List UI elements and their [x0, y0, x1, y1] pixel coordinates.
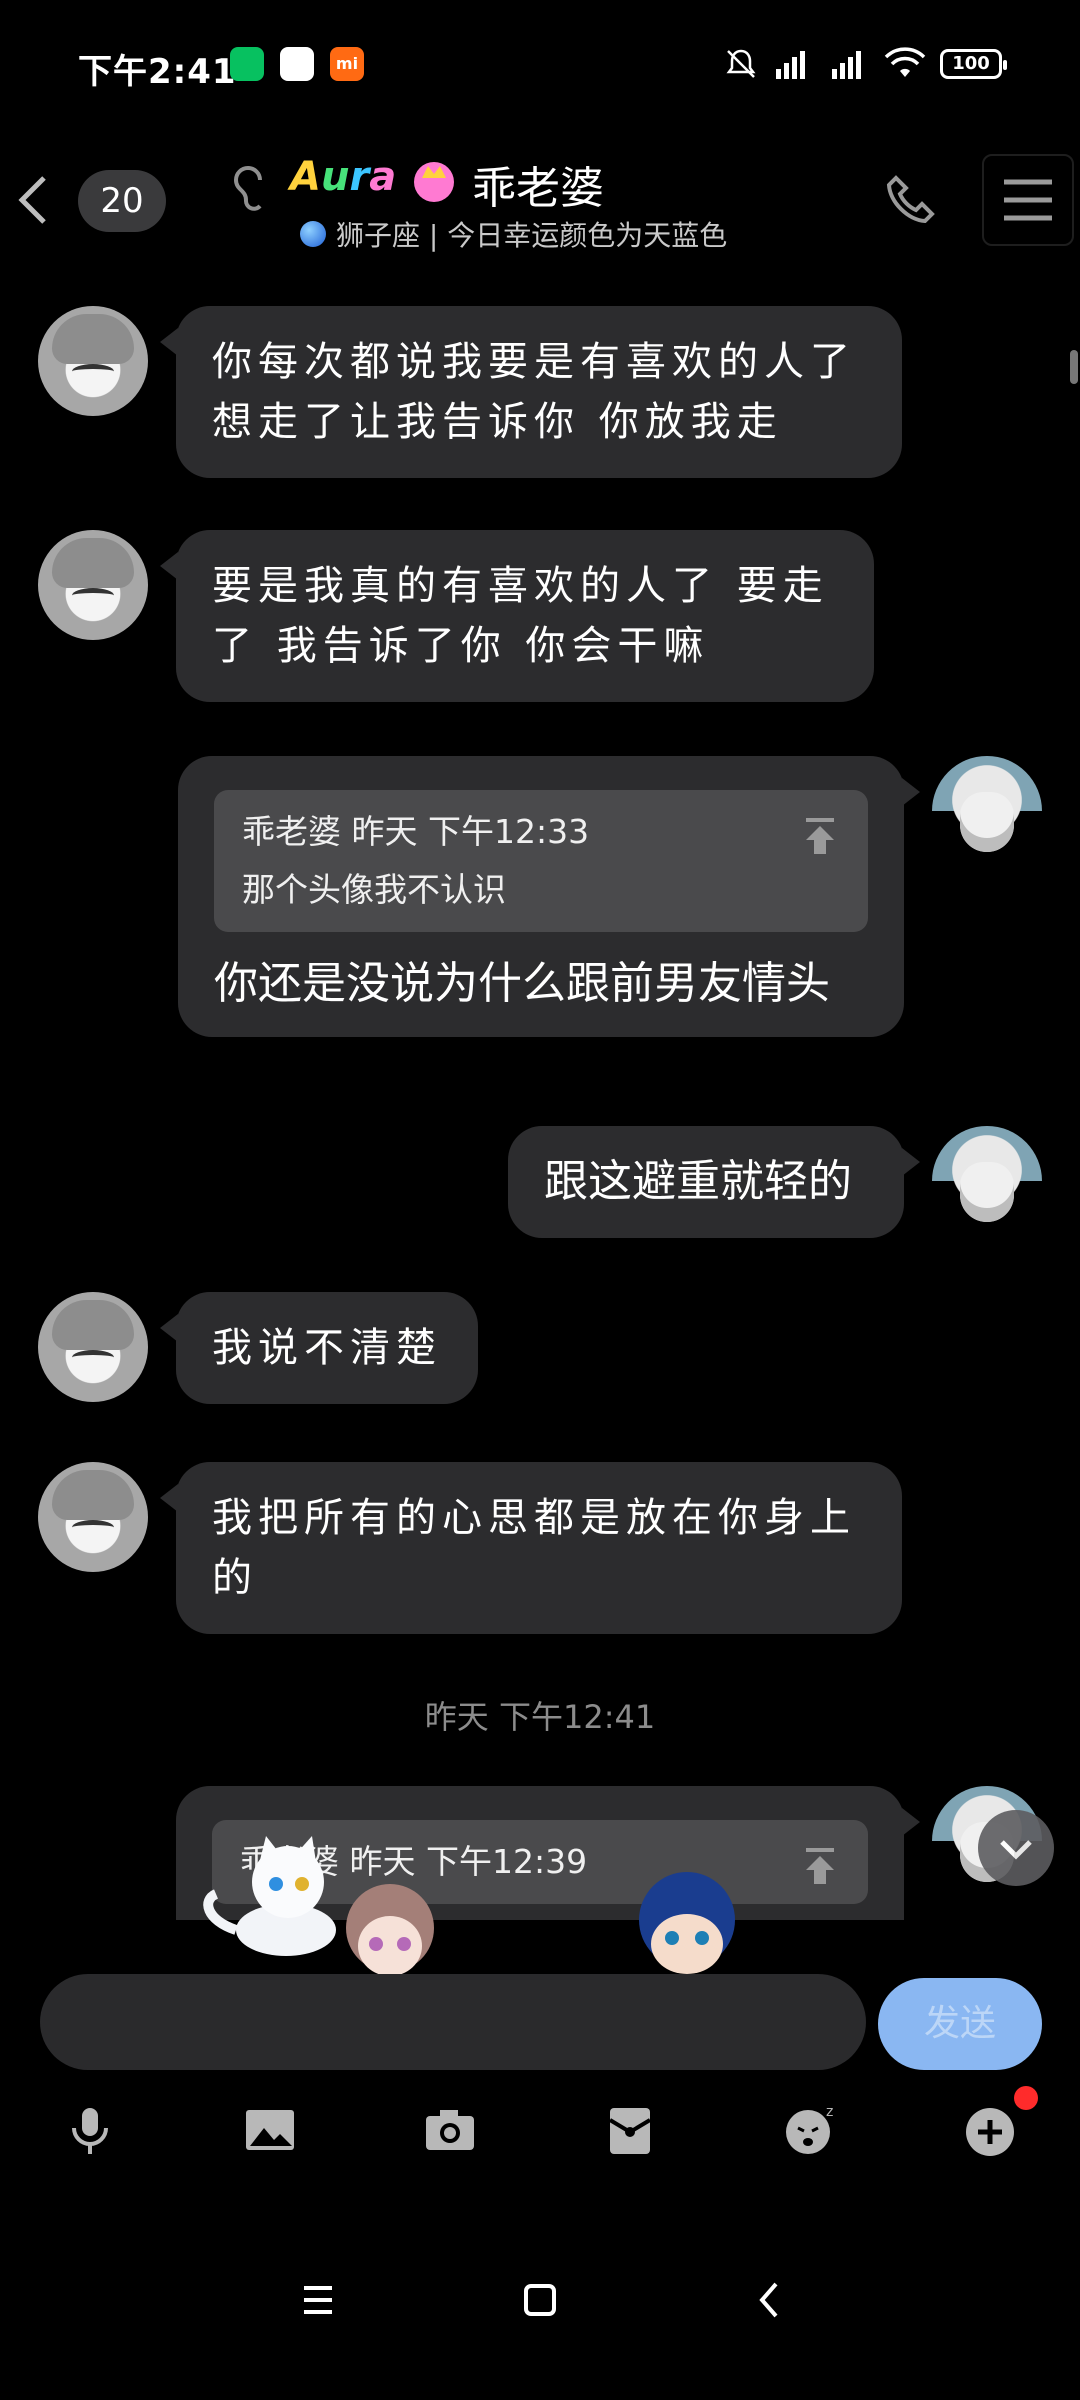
status-icons: 100 — [724, 44, 1007, 84]
my-avatar[interactable] — [932, 756, 1042, 866]
red-packet-button[interactable] — [600, 2100, 660, 2160]
message-text: 我把所有的心思都是放在你身上的 — [212, 1495, 856, 1601]
mi-notification-icon: mi — [330, 47, 364, 81]
send-button[interactable]: 发送 — [878, 1978, 1042, 2070]
message-input[interactable] — [40, 1974, 866, 2070]
subtitle-text: 狮子座 | 今日幸运颜色为天蓝色 — [336, 219, 728, 252]
voice-button[interactable] — [60, 2100, 120, 2160]
contact-avatar[interactable] — [38, 1292, 148, 1402]
jump-to-top-icon[interactable] — [800, 816, 840, 856]
message-text: 你还是没说为什么跟前男友情头 — [214, 958, 830, 1009]
boy-sticker — [639, 1872, 735, 1974]
camera-button[interactable] — [420, 2100, 480, 2160]
emoji-button[interactable]: z — [780, 2100, 840, 2160]
chevron-left-icon — [18, 176, 46, 224]
chevron-down-icon — [1000, 1840, 1032, 1860]
message-bubble[interactable]: 你每次都说我要是有喜欢的人了想走了让我告诉你 你放我走 — [160, 306, 902, 478]
battery-indicator: 100 — [940, 49, 1007, 79]
girl-sticker — [346, 1884, 434, 1976]
contact-avatar[interactable] — [38, 306, 148, 416]
notification-dot — [1014, 2086, 1038, 2110]
mute-bell-icon — [726, 49, 756, 78]
quote-text: 那个头像我不认识 — [242, 870, 506, 909]
back-button[interactable] — [14, 170, 54, 230]
image-button[interactable] — [240, 2100, 300, 2160]
chrome-notification-icon — [280, 47, 314, 81]
unread-count-badge[interactable]: 20 — [78, 170, 166, 232]
plus-icon — [966, 2108, 1014, 2156]
chat-header: 20 Aura 乖老婆 狮子座 | 今日幸运颜色为天蓝色 — [0, 140, 1080, 270]
nav-home-button[interactable] — [510, 2270, 570, 2330]
signal-hd-icon — [776, 51, 805, 79]
system-nav-bar — [0, 2260, 1080, 2340]
mic-icon — [72, 2108, 108, 2154]
signal-icon — [832, 51, 861, 79]
svg-text:z: z — [826, 2104, 833, 2120]
message-text: 跟这避重就轻的 — [544, 1156, 852, 1207]
more-button[interactable] — [960, 2100, 1020, 2160]
home-square-icon — [524, 2284, 556, 2316]
wechat-notification-icon — [230, 47, 264, 81]
call-button[interactable] — [880, 170, 940, 230]
aura-vip-logo: Aura — [290, 154, 397, 200]
nav-menu-button[interactable] — [288, 2270, 348, 2330]
image-icon — [246, 2110, 294, 2150]
ear-icon[interactable] — [230, 160, 270, 220]
status-time: 下午2:41 — [78, 52, 237, 92]
message-bubble[interactable]: 我说不清楚 — [160, 1292, 478, 1404]
wifi-icon — [884, 47, 926, 77]
my-avatar[interactable] — [932, 1126, 1042, 1236]
contact-avatar[interactable] — [38, 530, 148, 640]
quote-meta: 乖老婆 昨天 下午12:33 — [242, 812, 590, 851]
menu-lines-icon — [304, 2286, 332, 2314]
input-toolbar: z — [0, 2090, 1080, 2170]
message-text: 我说不清楚 — [212, 1325, 442, 1371]
message-bubble[interactable]: 跟这避重就轻的 — [508, 1126, 920, 1238]
quoted-message[interactable]: 乖老婆 昨天 下午12:33 那个头像我不认识 — [214, 790, 868, 932]
contact-avatar[interactable] — [38, 1462, 148, 1572]
message-text: 你每次都说我要是有喜欢的人了想走了让我告诉你 你放我走 — [212, 339, 856, 445]
back-chevron-icon — [759, 2282, 778, 2318]
contact-name[interactable]: 乖老婆 — [472, 152, 604, 216]
status-bar: 下午2:41 mi 100 — [0, 0, 1080, 130]
crown-icon — [414, 162, 454, 202]
contact-subtitle: 狮子座 | 今日幸运颜色为天蓝色 — [300, 214, 727, 254]
nav-back-button[interactable] — [740, 2270, 800, 2330]
scrollbar[interactable] — [1070, 350, 1078, 384]
message-bubble[interactable]: 乖老婆 昨天 下午12:33 那个头像我不认识 你还是没说为什么跟前男友情头 — [178, 756, 920, 1037]
globe-icon — [300, 221, 326, 247]
red-packet-icon — [608, 2108, 652, 2154]
menu-button[interactable] — [982, 154, 1074, 246]
emoji-icon: z — [786, 2104, 833, 2154]
message-bubble[interactable]: 我把所有的心思都是放在你身上的 — [160, 1462, 902, 1634]
camera-icon — [426, 2110, 474, 2150]
time-divider: 昨天 下午12:41 — [424, 1698, 656, 1736]
scroll-to-bottom-button[interactable] — [978, 1810, 1054, 1886]
message-text: 要是我真的有喜欢的人了 要走了 我告诉了你 你会干嘛 — [212, 563, 829, 669]
message-list[interactable]: 你每次都说我要是有喜欢的人了想走了让我告诉你 你放我走 要是我真的有喜欢的人了 … — [0, 290, 1080, 1920]
jump-to-top-icon[interactable] — [800, 1846, 840, 1886]
hamburger-icon — [1004, 179, 1052, 221]
message-bubble[interactable]: 要是我真的有喜欢的人了 要走了 我告诉了你 你会干嘛 — [160, 530, 874, 702]
phone-icon — [886, 175, 935, 224]
